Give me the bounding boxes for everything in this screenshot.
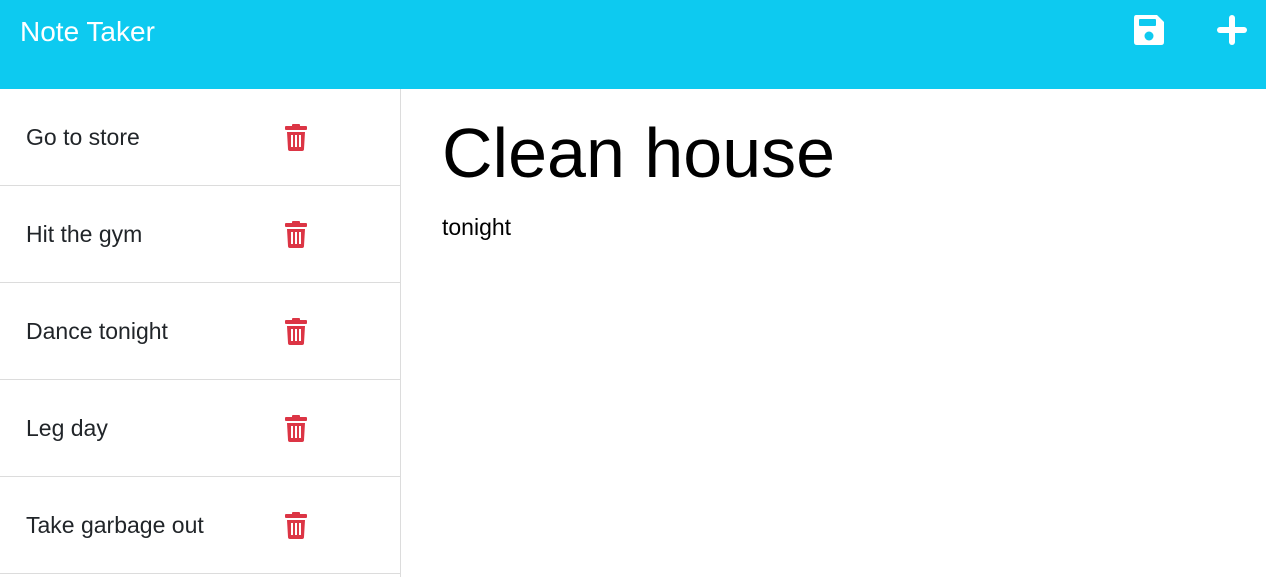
note-list-title: Hit the gym — [26, 221, 143, 247]
app-title[interactable]: Note Taker — [20, 14, 155, 50]
note-title[interactable]: Clean house — [442, 111, 835, 195]
plus-icon — [1217, 15, 1247, 45]
trash-icon[interactable] — [284, 415, 308, 442]
note-editor: Clean house tonight — [402, 89, 1266, 577]
note-list: Go to store Hit the gym Dance tonight Le… — [0, 89, 401, 577]
list-item[interactable]: Dance tonight — [0, 283, 400, 380]
trash-icon[interactable] — [284, 318, 308, 345]
navbar: Note Taker — [0, 0, 1266, 89]
list-item[interactable]: Leg day — [0, 380, 400, 477]
note-list-title: Take garbage out — [26, 512, 204, 538]
trash-icon[interactable] — [284, 512, 308, 539]
new-note-button[interactable] — [1214, 12, 1250, 48]
list-item[interactable]: Hit the gym — [0, 186, 400, 283]
note-text[interactable]: tonight — [442, 212, 511, 242]
save-note-button[interactable] — [1131, 12, 1167, 48]
note-list-title: Leg day — [26, 415, 108, 441]
trash-icon[interactable] — [284, 124, 308, 151]
trash-icon[interactable] — [284, 221, 308, 248]
list-item[interactable]: Take garbage out — [0, 477, 400, 574]
note-list-title: Go to store — [26, 124, 140, 150]
list-item[interactable]: Go to store — [0, 89, 400, 186]
floppy-disk-icon — [1134, 15, 1164, 45]
note-list-title: Dance tonight — [26, 318, 168, 344]
